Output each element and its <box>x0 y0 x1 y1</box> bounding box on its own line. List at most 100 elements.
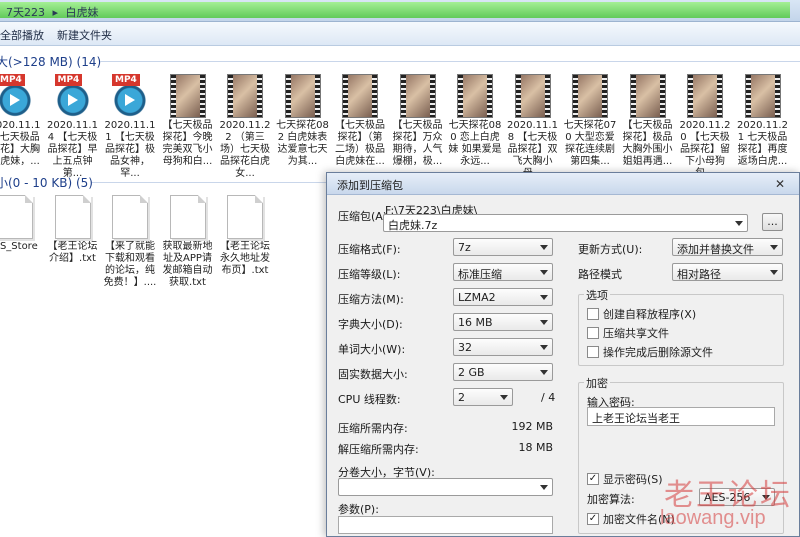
file-item-video[interactable]: 【七天极品探花】（第二场）极品白虎妹在... <box>333 74 387 168</box>
checkbox-box <box>587 327 599 339</box>
explorer-toolbar: 全部播放 新建文件夹 <box>0 22 800 46</box>
level-select[interactable]: 标准压缩 <box>453 263 553 281</box>
watermark-url: laowang.vip <box>660 507 766 529</box>
text-file-icon <box>54 195 91 239</box>
solid-value: 2 GB <box>458 366 485 379</box>
file-item-video[interactable]: MP4 2020.11.12 七天极品探花】大胸白虎妹，... <box>0 74 42 168</box>
chevron-down-icon <box>540 270 548 275</box>
file-name: 【来了就能下载和观看的论坛，纯免费！】.... <box>103 241 157 288</box>
file-name: 七天探花070 大型恋爱探花连续剧 第四集... <box>563 120 617 167</box>
group-header-large[interactable]: 大(>128 MB) (14) <box>0 53 101 70</box>
file-item-video[interactable]: 2020.11.22 （第三场）七天极品探花白虎女... <box>218 74 272 180</box>
update-select[interactable]: 添加并替换文件 <box>672 238 783 256</box>
mem-comp-value: 192 MB <box>511 420 553 433</box>
file-name: 【七天极品探花】（第二场）极品白虎妹在... <box>335 120 385 167</box>
file-item-video[interactable]: 2020.11.20 【七天极品探花】留下小母狗包... <box>678 74 732 180</box>
video-thumbnail <box>629 74 666 118</box>
check-icon: ✓ <box>587 513 599 525</box>
dialog-title: 添加到压缩包 <box>337 179 403 192</box>
browse-button[interactable]: ... <box>762 213 783 231</box>
file-name: 2020.11.18 【七天极品探花】双飞大胸小母... <box>507 120 558 179</box>
file-item-doc[interactable]: 【老王论坛介绍】.txt <box>46 195 100 265</box>
video-thumbnail <box>514 74 551 118</box>
mem-comp-label: 压缩所需内存: <box>338 422 408 435</box>
breadcrumb-separator-icon: ▸ <box>52 6 59 19</box>
video-thumbnail <box>399 74 436 118</box>
delete-source-checkbox[interactable]: 操作完成后删除源文件 <box>587 344 713 360</box>
path-mode-select[interactable]: 相对路径 <box>672 263 783 281</box>
checkbox-box <box>587 308 599 320</box>
method-value: LZMA2 <box>458 291 496 304</box>
group-header-small[interactable]: 小(0 - 10 KB) (5) <box>0 174 93 191</box>
path-mode-value: 相对路径 <box>677 268 721 281</box>
password-input[interactable]: 上老王论坛当老王 <box>587 407 775 426</box>
file-item-video[interactable]: MP4 2020.11.14 【七天极品探花】早上五点钟第... <box>46 74 100 180</box>
file-name: 2020.11.11 【七天极品探花】极品女神，罕... <box>104 120 156 179</box>
chevron-down-icon <box>540 295 548 300</box>
file-item-video[interactable]: 2020.11.21 七天极品探花】再度返场白虎... <box>736 74 790 168</box>
mp4-badge: MP4 <box>112 74 140 86</box>
breadcrumb-root[interactable]: 7天223 <box>6 6 45 19</box>
text-file-icon <box>112 195 148 239</box>
mp4-file-icon: MP4 <box>54 74 91 118</box>
file-item-doc[interactable]: 获取最新地址及APP请发邮箱自动获取.txt <box>161 195 215 289</box>
play-all-button[interactable]: 全部播放 <box>0 27 44 43</box>
solid-label: 固实数据大小: <box>338 368 408 381</box>
solid-select[interactable]: 2 GB <box>453 363 553 381</box>
chevron-down-icon <box>540 370 548 375</box>
method-select[interactable]: LZMA2 <box>453 288 553 306</box>
file-name: DS_Store <box>0 241 38 252</box>
checkbox-box <box>587 346 599 358</box>
play-icon <box>67 94 78 106</box>
file-item-video[interactable]: 七天探花080 恋上白虎妹 如果爱是永远... <box>448 74 502 168</box>
file-name: 【七天极品探花】极品大胸外围小姐姐再遇... <box>622 120 673 167</box>
breadcrumb[interactable]: 7天223 ▸ 白虎妹 <box>6 4 103 20</box>
shared-checkbox[interactable]: 压缩共享文件 <box>587 325 669 341</box>
file-item-doc[interactable]: 【来了就能下载和观看的论坛，纯免费！】.... <box>103 195 157 289</box>
file-name: 七天探花080 恋上白虎妹 如果爱是永远... <box>448 120 502 167</box>
close-icon[interactable]: ✕ <box>767 176 793 192</box>
cpu-select[interactable]: 2 <box>453 388 513 406</box>
dialog-titlebar[interactable]: 添加到压缩包 ✕ <box>327 173 799 195</box>
word-value: 32 <box>458 341 472 354</box>
file-item-doc[interactable]: DS_Store <box>0 195 42 253</box>
word-select[interactable]: 32 <box>453 338 553 356</box>
show-password-checkbox[interactable]: ✓ 显示密码(S) <box>587 471 663 487</box>
file-item-video[interactable]: 【七天极品探花】今晚完美双飞小母狗和白... <box>161 74 215 168</box>
sfx-label: 创建自释放程序(X) <box>603 308 697 321</box>
address-bar[interactable]: 7天223 ▸ 白虎妹 <box>0 0 800 22</box>
mp4-file-icon: MP4 <box>0 74 33 118</box>
format-select[interactable]: 7z <box>453 238 553 256</box>
breadcrumb-current[interactable]: 白虎妹 <box>66 6 99 19</box>
file-item-video[interactable]: MP4 2020.11.11 【七天极品探花】极品女神，罕... <box>103 74 157 180</box>
text-file-icon <box>169 195 206 239</box>
file-item-video[interactable]: 【七天极品探花】万众期待，人气爆棚，极... <box>391 74 445 168</box>
split-combo[interactable] <box>338 478 553 496</box>
method-label: 压缩方法(M): <box>338 293 404 306</box>
file-name: 【老王论坛介绍】.txt <box>47 241 98 264</box>
encryption-title: 加密 <box>584 375 610 391</box>
sfx-checkbox[interactable]: 创建自释放程序(X) <box>587 306 696 322</box>
check-icon: ✓ <box>587 473 599 485</box>
params-input[interactable] <box>338 516 553 534</box>
file-item-video[interactable]: 七天探花070 大型恋爱探花连续剧 第四集... <box>563 74 617 168</box>
chevron-down-icon <box>540 345 548 350</box>
mem-decomp-value: 18 MB <box>518 441 553 454</box>
file-item-video[interactable]: 【七天极品探花】极品大胸外围小姐姐再遇... <box>621 74 675 168</box>
video-thumbnail <box>227 74 263 118</box>
file-item-doc[interactable]: 【老王论坛永久地址发布页】.txt <box>218 195 272 277</box>
video-thumbnail <box>169 74 206 118</box>
video-thumbnail <box>284 74 321 118</box>
file-name: 【七天极品探花】今晚完美双飞小母狗和白... <box>162 120 213 167</box>
archive-name-combo[interactable]: 白虎妹.7z <box>383 214 748 232</box>
format-label: 压缩格式(F): <box>338 243 401 256</box>
file-item-video[interactable]: 七天探花082 白虎妹表达爱意七天为其... <box>276 74 330 168</box>
dict-select[interactable]: 16 MB <box>453 313 553 331</box>
file-name: 获取最新地址及APP请发邮箱自动获取.txt <box>162 241 213 288</box>
params-label: 参数(P): <box>338 503 379 516</box>
new-folder-button[interactable]: 新建文件夹 <box>57 27 112 43</box>
chevron-down-icon <box>770 270 778 275</box>
level-value: 标准压缩 <box>458 268 502 281</box>
group-divider <box>92 182 326 183</box>
file-item-video[interactable]: 2020.11.18 【七天极品探花】双飞大胸小母... <box>506 74 560 180</box>
